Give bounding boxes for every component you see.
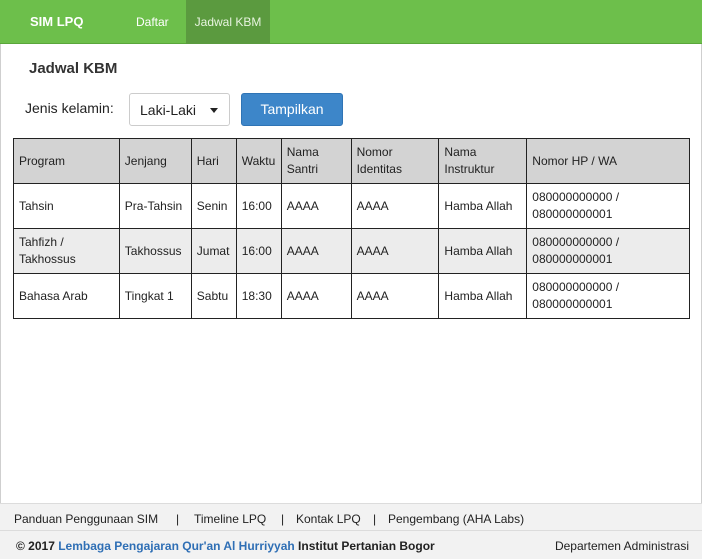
brand-link[interactable]: SIM LPQ [30,0,83,44]
cell-program: Bahasa Arab [13,273,120,319]
footer-link-timeline[interactable]: Timeline LPQ [194,512,266,526]
cell-jenjang: Pra-Tahsin [118,183,192,229]
header-nomor-hp: Nomor HP / WA [526,138,690,184]
table-row: Tahsin Pra-Tahsin Senin 16:00 AAAA AAAA … [13,183,690,229]
institution-link[interactable]: Lembaga Pengajaran Qur'an Al Hurriyyah [58,539,294,553]
cell-jenjang: Tingkat 1 [118,273,192,319]
header-program: Program [13,138,120,184]
cell-nama-instruktur: Hamba Allah [438,183,528,229]
copyright-prefix: © 2017 [16,539,55,553]
cell-nomor-identitas: AAAA [350,183,440,229]
schedule-table: Program Jenjang Hari Waktu Nama Santri N… [13,138,690,319]
cell-hari: Jumat [190,228,237,274]
cell-waktu: 16:00 [235,183,282,229]
cell-program: Tahfizh / Takhossus [13,228,120,274]
header-waktu: Waktu [235,138,282,184]
top-navbar: SIM LPQ Daftar Jadwal KBM [0,0,702,44]
cell-jenjang: Takhossus [118,228,192,274]
nav-jadwal-kbm[interactable]: Jadwal KBM [186,0,270,44]
cell-nomor-hp: 080000000000 / 080000000001 [526,228,690,274]
footer-bottom-bar: © 2017 Lembaga Pengajaran Qur'an Al Hurr… [0,531,702,559]
cell-nomor-identitas: AAAA [350,228,440,274]
footer-separator: | [176,512,180,526]
show-button[interactable]: Tampilkan [241,93,343,126]
cell-program: Tahsin [13,183,120,229]
gender-label: Jenis kelamin: [25,100,114,116]
cell-nomor-hp: 080000000000 / 080000000001 [526,183,690,229]
header-hari: Hari [190,138,237,184]
copyright-text: © 2017 Lembaga Pengajaran Qur'an Al Hurr… [16,539,435,553]
cell-nama-santri: AAAA [280,183,352,229]
cell-nama-instruktur: Hamba Allah [438,228,528,274]
gender-select[interactable]: Laki-Laki [129,93,230,126]
cell-waktu: 16:00 [235,228,282,274]
institution-suffix: Institut Pertanian Bogor [298,539,435,553]
footer-separator: | [281,512,285,526]
footer-link-panduan[interactable]: Panduan Penggunaan SIM [14,512,158,526]
cell-waktu: 18:30 [235,273,282,319]
department-text: Departemen Administrasi [554,539,689,553]
footer-separator: | [373,512,377,526]
table-header-row: Program Jenjang Hari Waktu Nama Santri N… [13,138,690,184]
header-nomor-identitas: Nomor Identitas [350,138,440,184]
gender-select-value: Laki-Laki [140,102,197,118]
cell-nama-santri: AAAA [280,273,352,319]
header-nama-instruktur: Nama Instruktur [438,138,528,184]
cell-nama-santri: AAAA [280,228,352,274]
table-row: Tahfizh / Takhossus Takhossus Jumat 16:0… [13,228,690,274]
nav-daftar[interactable]: Daftar [127,0,178,44]
page-title: Jadwal KBM [29,60,118,77]
cell-hari: Senin [190,183,237,229]
header-nama-santri: Nama Santri [280,138,352,184]
caret-down-icon [210,108,218,113]
header-jenjang: Jenjang [118,138,192,184]
cell-hari: Sabtu [190,273,237,319]
cell-nama-instruktur: Hamba Allah [438,273,528,319]
footer-link-kontak[interactable]: Kontak LPQ [296,512,361,526]
cell-nomor-hp: 080000000000 / 080000000001 [526,273,690,319]
cell-nomor-identitas: AAAA [350,273,440,319]
footer-link-pengembang[interactable]: Pengembang (AHA Labs) [388,512,524,526]
footer-links-bar: Panduan Penggunaan SIM | Timeline LPQ | … [0,503,702,531]
table-row: Bahasa Arab Tingkat 1 Sabtu 18:30 AAAA A… [13,273,690,319]
